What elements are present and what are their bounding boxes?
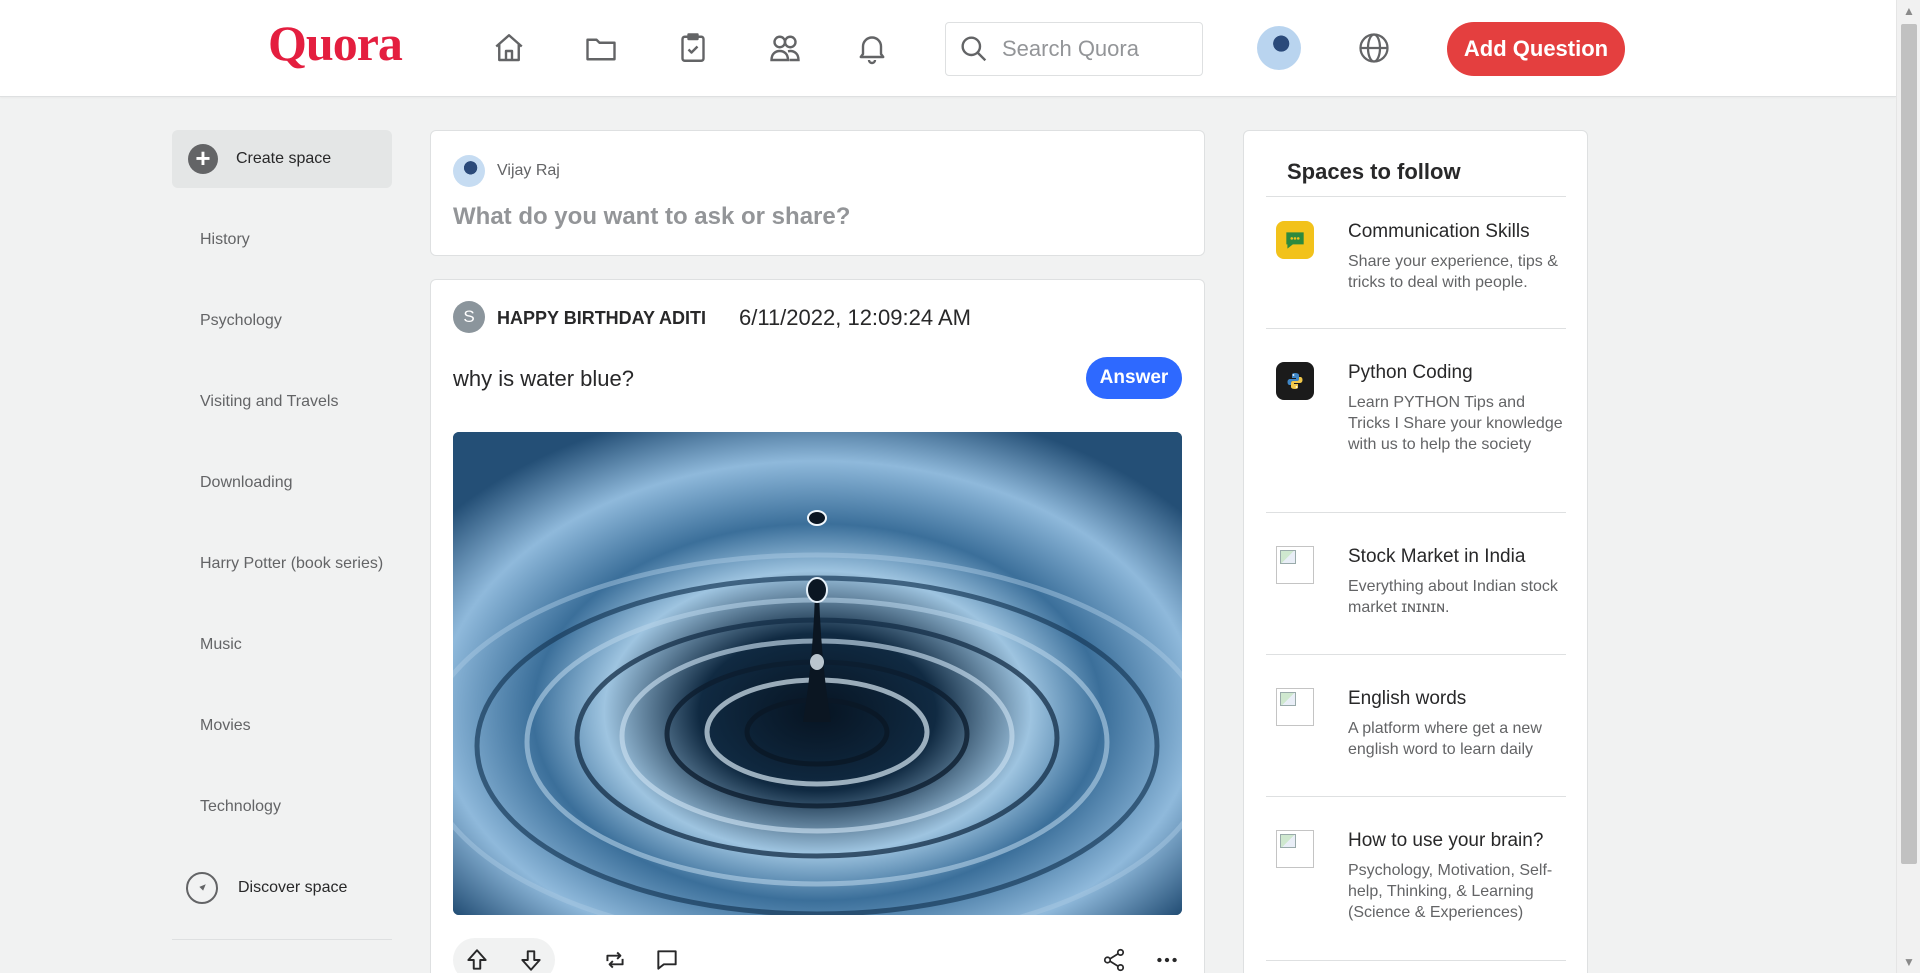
notifications-icon[interactable] <box>850 26 894 70</box>
home-icon[interactable] <box>487 26 531 70</box>
create-space-label: Create space <box>236 150 332 167</box>
broken-image-icon <box>1276 688 1314 726</box>
divider <box>1266 196 1566 197</box>
compass-icon <box>186 872 218 904</box>
post-author-avatar[interactable]: S <box>453 301 485 333</box>
sidebar-divider <box>172 939 392 940</box>
spaces-icon[interactable] <box>763 26 807 70</box>
broken-image-icon <box>1276 830 1314 868</box>
space-name[interactable]: Communication Skills <box>1348 221 1530 243</box>
space-description: Psychology, Motivation, Self-help, Think… <box>1348 862 1553 921</box>
spaces-to-follow-title: Spaces to follow <box>1287 159 1461 184</box>
post-timestamp: 6/11/2022, 12:09:24 AM <box>739 305 971 330</box>
sidebar-item-visiting-and-travels[interactable]: Visiting and Travels <box>200 393 338 411</box>
space-description: Learn PYTHON Tips and Tricks I Share you… <box>1348 394 1563 453</box>
user-avatar[interactable] <box>1257 26 1301 70</box>
quora-logo[interactable]: Quora <box>268 14 403 72</box>
space-description: Share your experience, tips & tricks to … <box>1348 253 1558 291</box>
language-globe-icon[interactable] <box>1352 26 1396 70</box>
top-header: Quora Add Question <box>0 0 1896 97</box>
search-input[interactable] <box>1002 36 1192 62</box>
comment-icon[interactable] <box>653 946 681 973</box>
create-space-button[interactable]: + Create space <box>172 130 392 188</box>
composer-avatar <box>453 155 485 187</box>
page-scrollbar[interactable]: ▲ ▼ <box>1896 0 1920 973</box>
reshare-icon[interactable] <box>601 946 629 973</box>
sidebar-item-psychology[interactable]: Psychology <box>200 312 282 330</box>
answer-button[interactable]: Answer <box>1086 357 1182 399</box>
python-coding-icon <box>1276 362 1314 400</box>
search-icon <box>961 36 987 62</box>
scrollbar-thumb[interactable] <box>1901 24 1917 864</box>
discover-space-button[interactable]: Discover space <box>186 872 347 904</box>
water-drop-image <box>453 432 1182 915</box>
discover-space-label: Discover space <box>238 879 348 896</box>
composer-user-name: Vijay Raj <box>497 162 560 179</box>
sidebar-item-music[interactable]: Music <box>200 636 242 654</box>
scroll-up-arrow-icon[interactable]: ▲ <box>1897 0 1920 22</box>
sidebar-item-history[interactable]: History <box>200 231 250 249</box>
following-icon[interactable] <box>579 26 623 70</box>
spaces-to-follow-panel: Spaces to follow Communication Skills Sh… <box>1243 130 1588 973</box>
search-box[interactable] <box>945 22 1203 76</box>
ask-share-composer[interactable]: Vijay Raj What do you want to ask or sha… <box>430 130 1205 256</box>
divider <box>1266 960 1566 961</box>
space-name[interactable]: English words <box>1348 688 1466 710</box>
space-name[interactable]: How to use your brain? <box>1348 830 1543 852</box>
scroll-down-arrow-icon[interactable]: ▼ <box>1897 951 1920 973</box>
question-post: S HAPPY BIRTHDAY ADITI 6/11/2022, 12:09:… <box>430 279 1205 973</box>
communication-skills-icon <box>1276 221 1314 259</box>
sidebar-item-downloading[interactable]: Downloading <box>200 474 293 492</box>
divider <box>1266 796 1566 797</box>
divider <box>1266 512 1566 513</box>
upvote-icon[interactable] <box>463 946 491 973</box>
sidebar-item-technology[interactable]: Technology <box>200 798 281 816</box>
more-options-icon[interactable] <box>1153 946 1181 973</box>
add-question-button[interactable]: Add Question <box>1447 22 1625 76</box>
post-question[interactable]: why is water blue? <box>453 366 634 392</box>
sidebar-item-movies[interactable]: Movies <box>200 717 251 735</box>
space-description: A platform where get a new english word … <box>1348 720 1542 758</box>
composer-prompt[interactable]: What do you want to ask or share? <box>453 203 850 231</box>
sidebar-item-harry-potter[interactable]: Harry Potter (book series) <box>200 555 383 573</box>
divider <box>1266 328 1566 329</box>
post-author-name[interactable]: HAPPY BIRTHDAY ADITI <box>497 308 706 329</box>
space-name[interactable]: Python Coding <box>1348 362 1473 384</box>
broken-image-icon <box>1276 546 1314 584</box>
space-description: Everything about Indian stock market ɪɴɪ… <box>1348 578 1558 616</box>
answer-icon[interactable] <box>671 26 715 70</box>
downvote-icon[interactable] <box>517 946 545 973</box>
post-action-bar <box>453 938 1182 973</box>
plus-icon: + <box>188 144 218 174</box>
divider <box>1266 654 1566 655</box>
space-name[interactable]: Stock Market in India <box>1348 546 1525 568</box>
share-icon[interactable] <box>1100 946 1128 973</box>
